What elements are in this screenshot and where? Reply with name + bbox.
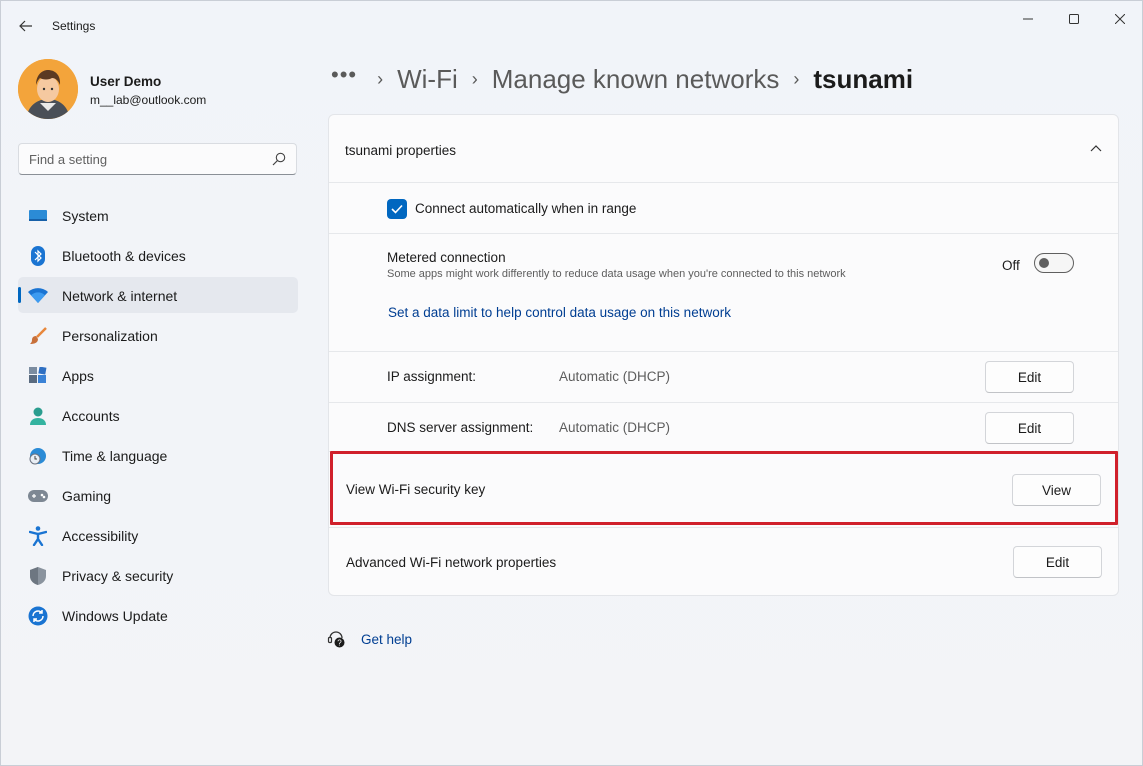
card-title: tsunami properties	[345, 143, 457, 158]
help-icon[interactable]: ?	[327, 629, 347, 649]
page-title: tsunami	[813, 63, 914, 94]
sidebar-item-label: Gaming	[62, 488, 112, 504]
metered-toggle-state: Off	[1002, 258, 1020, 273]
system-icon	[28, 206, 48, 226]
sidebar-item-time-language[interactable]: Time & language	[18, 437, 298, 473]
sidebar-item-label: Accounts	[62, 408, 120, 424]
person-icon	[28, 406, 48, 426]
advanced-label: Advanced Wi-Fi network properties	[346, 555, 557, 570]
maximize-icon	[1069, 14, 1079, 24]
ip-value: Automatic (DHCP)	[559, 369, 671, 384]
sidebar-item-privacy[interactable]: Privacy & security	[18, 557, 298, 593]
sidebar-item-label: Time & language	[62, 448, 168, 464]
chevron-right-icon: ›	[471, 68, 478, 89]
sidebar-item-label: Privacy & security	[62, 568, 174, 584]
back-button[interactable]	[13, 13, 39, 39]
auto-connect-label: Connect automatically when in range	[415, 201, 637, 216]
sidebar-item-windows-update[interactable]: Windows Update	[18, 597, 298, 633]
avatar-image-icon	[18, 59, 78, 119]
sidebar-item-label: Accessibility	[62, 528, 139, 544]
sidebar-item-label: Bluetooth & devices	[62, 248, 186, 264]
close-button[interactable]	[1097, 7, 1143, 31]
sidebar-item-bluetooth[interactable]: Bluetooth & devices	[18, 237, 298, 273]
sidebar-item-accounts[interactable]: Accounts	[18, 397, 298, 433]
wifi-icon	[28, 286, 48, 306]
search-box[interactable]	[18, 143, 297, 175]
svg-text:?: ?	[337, 639, 342, 648]
sidebar-nav: System Bluetooth & devices Network & int…	[18, 197, 298, 637]
dns-value: Automatic (DHCP)	[559, 420, 671, 435]
breadcrumb-item-wifi[interactable]: Wi-Fi	[397, 64, 458, 95]
settings-window: Settings User Demo m__lab@outlook.com Fi…	[0, 0, 1143, 766]
accessibility-icon	[28, 526, 48, 546]
sidebar-item-personalization[interactable]: Personalization	[18, 317, 298, 353]
chevron-right-icon: ›	[377, 68, 384, 89]
sidebar-item-system[interactable]: System	[18, 197, 298, 233]
app-title: Settings	[52, 19, 96, 33]
user-email: m__lab@outlook.com	[90, 93, 207, 107]
maximize-button[interactable]	[1051, 7, 1097, 31]
advanced-edit-button[interactable]: Edit	[1013, 546, 1102, 578]
metered-title: Metered connection	[387, 250, 506, 265]
sidebar-item-label: Apps	[62, 368, 94, 384]
user-name: User Demo	[90, 74, 162, 89]
globe-clock-icon	[28, 446, 48, 466]
update-icon	[28, 606, 48, 626]
highlight-box	[330, 451, 1118, 525]
sidebar-item-gaming[interactable]: Gaming	[18, 477, 298, 513]
close-icon	[1115, 14, 1125, 24]
minimize-icon	[1023, 18, 1033, 20]
dns-label: DNS server assignment:	[387, 420, 534, 435]
sidebar-item-label: Network & internet	[62, 288, 178, 304]
checkmark-icon	[391, 204, 403, 214]
breadcrumb-item-manage-networks[interactable]: Manage known networks	[492, 64, 780, 95]
breadcrumb-more-button[interactable]: •••	[331, 62, 357, 88]
ip-edit-button[interactable]: Edit	[985, 361, 1074, 393]
search-icon[interactable]	[272, 152, 286, 166]
sidebar-item-label: Personalization	[62, 328, 158, 344]
title-bar: Settings	[1, 1, 1142, 49]
auto-connect-checkbox[interactable]	[387, 199, 407, 219]
shield-icon	[28, 566, 48, 586]
gamepad-icon	[28, 486, 48, 506]
toggle-knob	[1039, 258, 1049, 268]
search-input[interactable]	[29, 144, 269, 174]
chevron-right-icon: ›	[793, 68, 800, 89]
apps-icon	[28, 366, 48, 386]
sidebar-item-label: System	[62, 208, 109, 224]
card-header[interactable]: tsunami properties	[329, 115, 1118, 183]
back-arrow-icon	[19, 20, 32, 32]
metered-description: Some apps might work differently to redu…	[387, 268, 846, 280]
sidebar-item-network[interactable]: Network & internet	[18, 277, 298, 313]
chevron-up-icon[interactable]	[1088, 141, 1104, 157]
dns-edit-button[interactable]: Edit	[985, 412, 1074, 444]
sidebar-item-apps[interactable]: Apps	[18, 357, 298, 393]
data-limit-link[interactable]: Set a data limit to help control data us…	[388, 305, 731, 320]
avatar[interactable]	[18, 59, 78, 119]
get-help-link[interactable]: Get help	[361, 632, 412, 647]
breadcrumb: ••• › Wi-Fi › Manage known networks › ts…	[331, 59, 913, 99]
ip-label: IP assignment:	[387, 369, 477, 384]
brush-icon	[28, 326, 48, 346]
sidebar-item-label: Windows Update	[62, 608, 168, 624]
bluetooth-icon	[28, 246, 48, 266]
metered-toggle[interactable]	[1034, 253, 1074, 273]
minimize-button[interactable]	[1005, 7, 1051, 31]
sidebar-item-accessibility[interactable]: Accessibility	[18, 517, 298, 553]
